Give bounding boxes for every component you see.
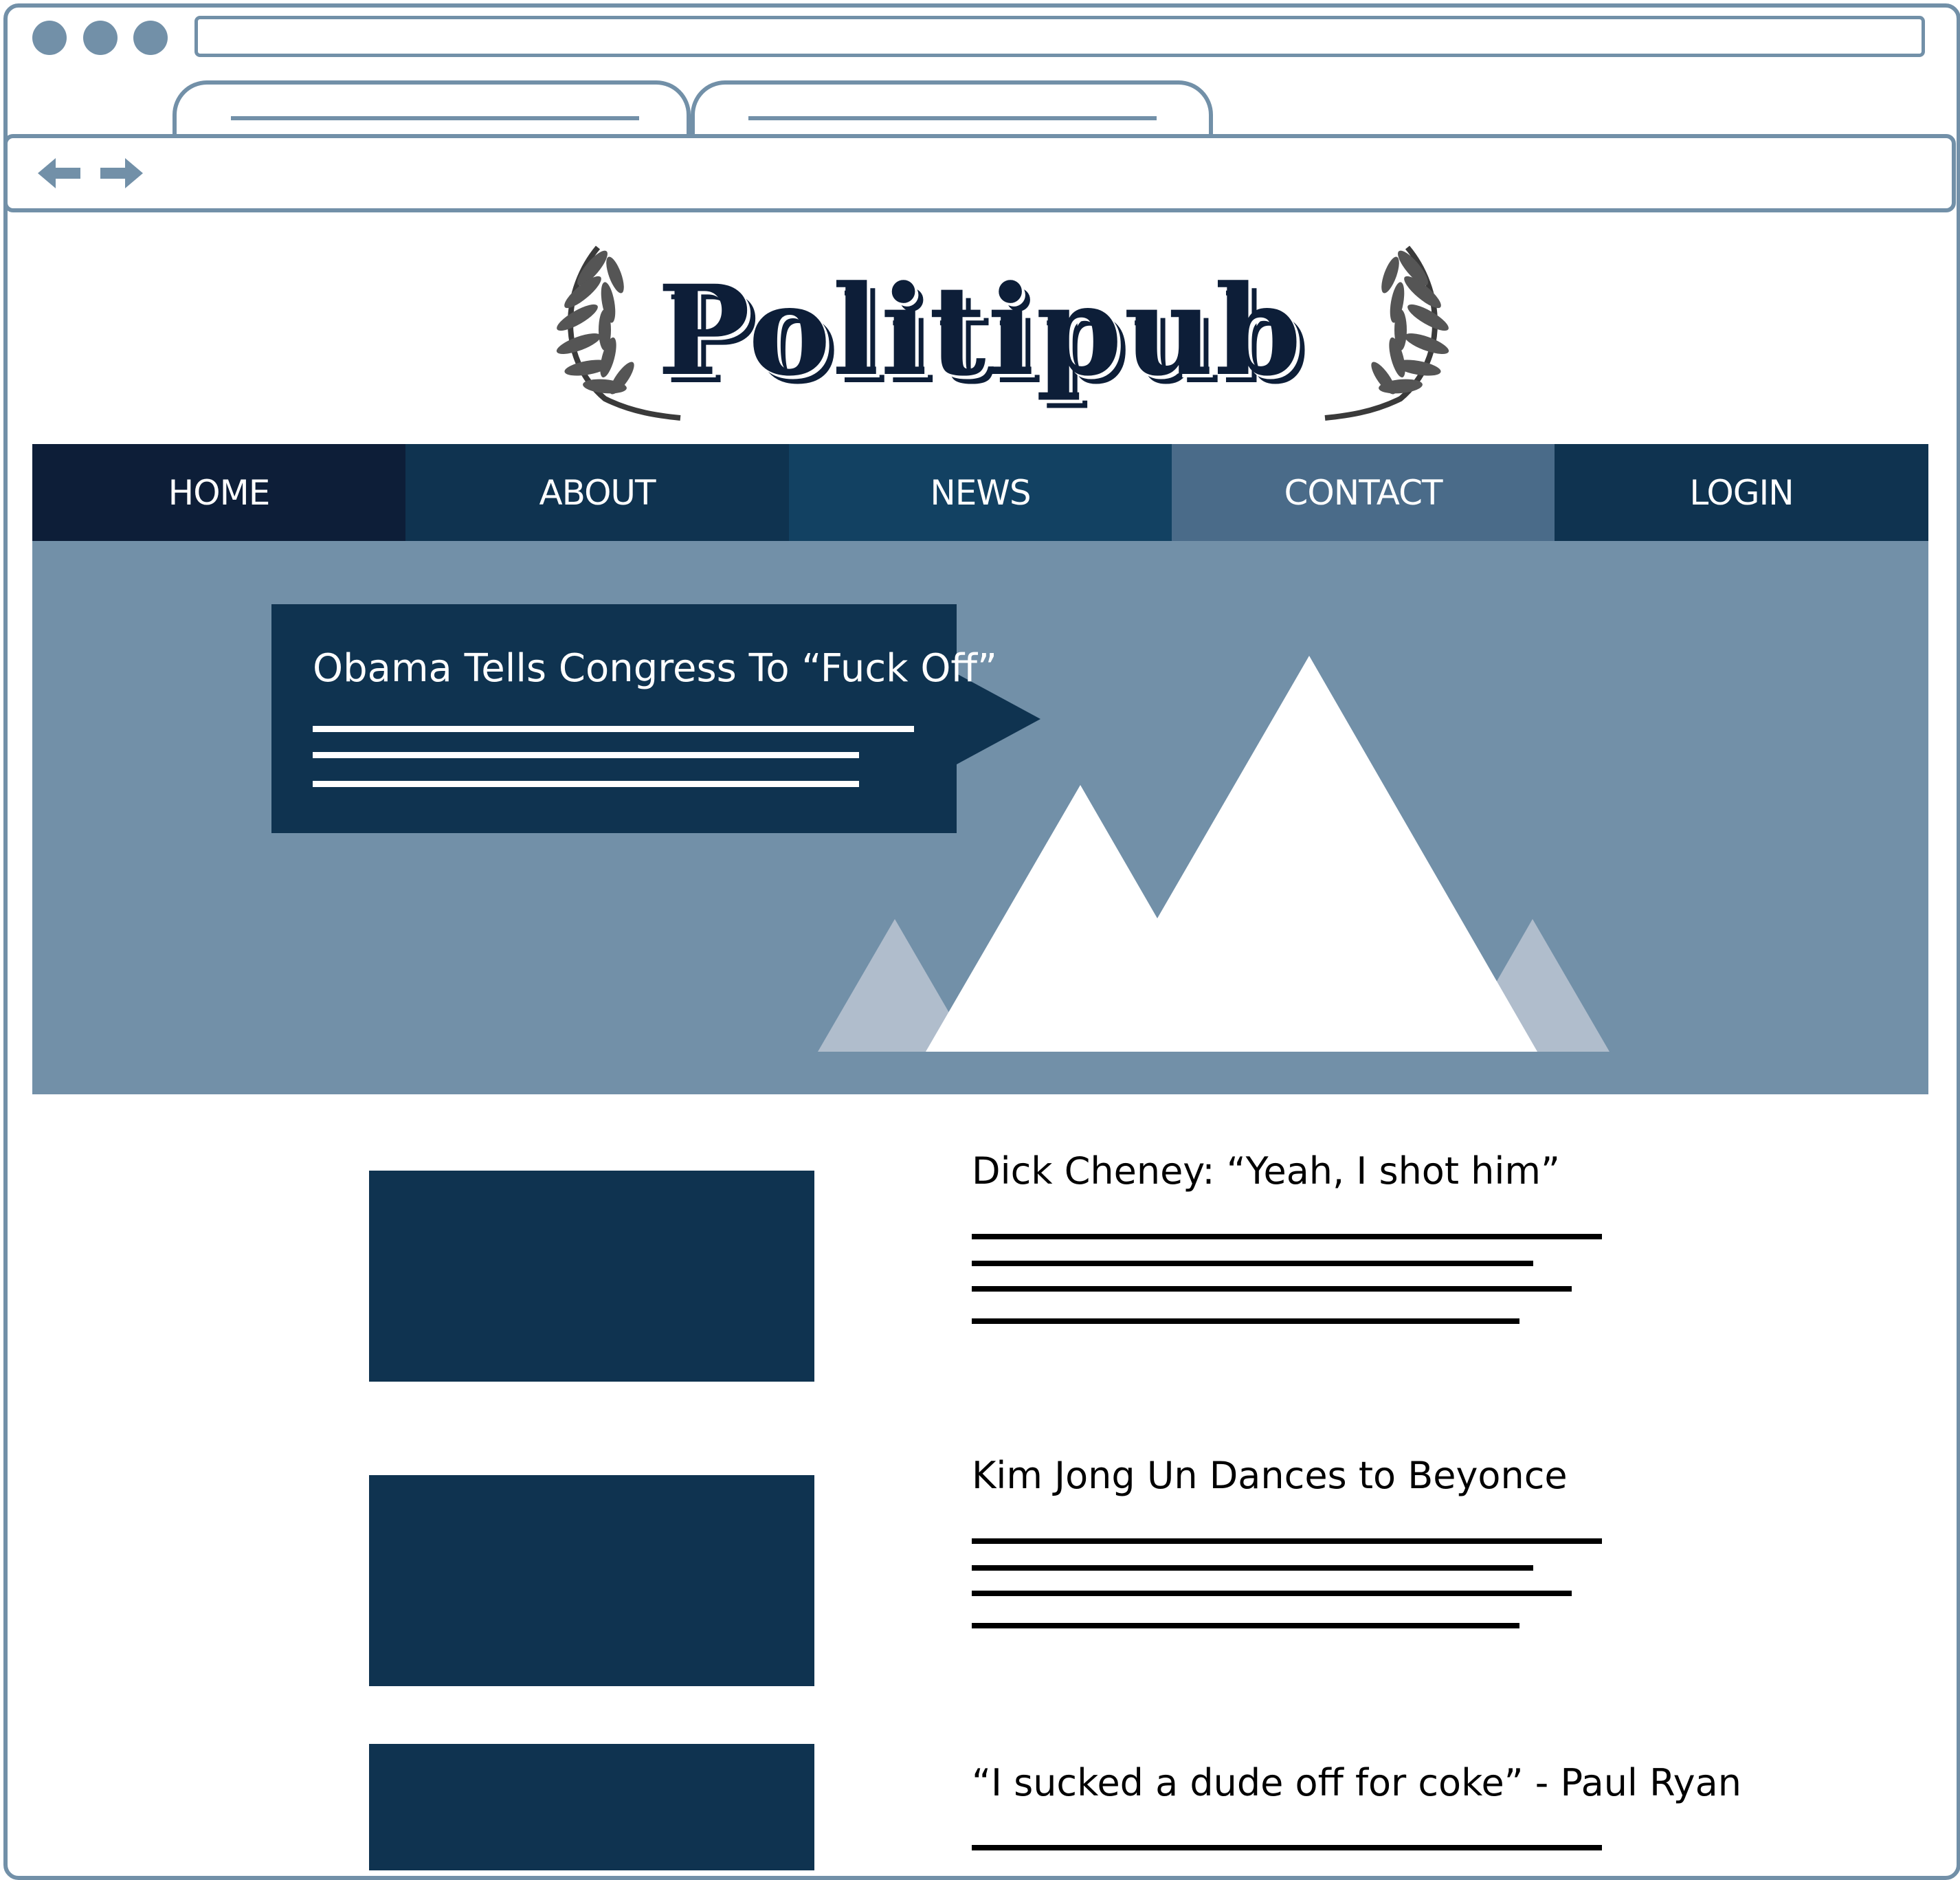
window-control-dot-close[interactable] [32, 21, 67, 55]
nav-item-contact[interactable]: CONTACT [1172, 444, 1555, 541]
browser-tab-1[interactable] [172, 80, 691, 142]
nav-item-login[interactable]: LOGIN [1555, 444, 1928, 541]
hero-headline-card[interactable] [271, 604, 957, 833]
window-control-dot-maximize[interactable] [133, 21, 168, 55]
window-control-dot-minimize[interactable] [83, 21, 118, 55]
site-logo[interactable]: Politipub [0, 263, 1960, 400]
article-thumbnail[interactable] [369, 1475, 814, 1686]
tab-1-title-placeholder [231, 116, 639, 120]
hero-headline[interactable]: Obama Tells Congress To “Fuck Off” [313, 646, 997, 691]
article-thumbnail[interactable] [369, 1744, 814, 1870]
nav-item-home[interactable]: HOME [32, 444, 405, 541]
hero-text-line [313, 752, 859, 758]
article-text-line [972, 1565, 1533, 1571]
article-text-line [972, 1538, 1602, 1544]
article-text-line [972, 1845, 1602, 1850]
article-text-line [972, 1623, 1519, 1628]
nav-item-news[interactable]: NEWS [789, 444, 1172, 541]
address-bar[interactable] [194, 16, 1925, 57]
browser-tab-2[interactable] [691, 80, 1213, 142]
forward-arrow-icon[interactable] [99, 157, 143, 190]
article-text-line [972, 1286, 1572, 1292]
article-title[interactable]: “I sucked a dude off for coke” - Paul Ry… [972, 1761, 1741, 1804]
tab-2-title-placeholder [748, 116, 1157, 120]
browser-toolbar [3, 134, 1956, 212]
article-title[interactable]: Dick Cheney: “Yeah, I shot him” [972, 1149, 1560, 1193]
nav-item-about[interactable]: ABOUT [405, 444, 789, 541]
article-text-line [972, 1591, 1572, 1596]
article-text-line [972, 1261, 1533, 1266]
article-thumbnail[interactable] [369, 1171, 814, 1382]
back-arrow-icon[interactable] [38, 157, 82, 190]
main-navigation: HOME ABOUT NEWS CONTACT LOGIN [32, 444, 1928, 541]
article-text-line [972, 1318, 1519, 1324]
hero-text-line [313, 781, 859, 787]
article-text-line [972, 1234, 1602, 1239]
hero-text-line [313, 726, 914, 732]
article-title[interactable]: Kim Jong Un Dances to Beyonce [972, 1454, 1568, 1497]
